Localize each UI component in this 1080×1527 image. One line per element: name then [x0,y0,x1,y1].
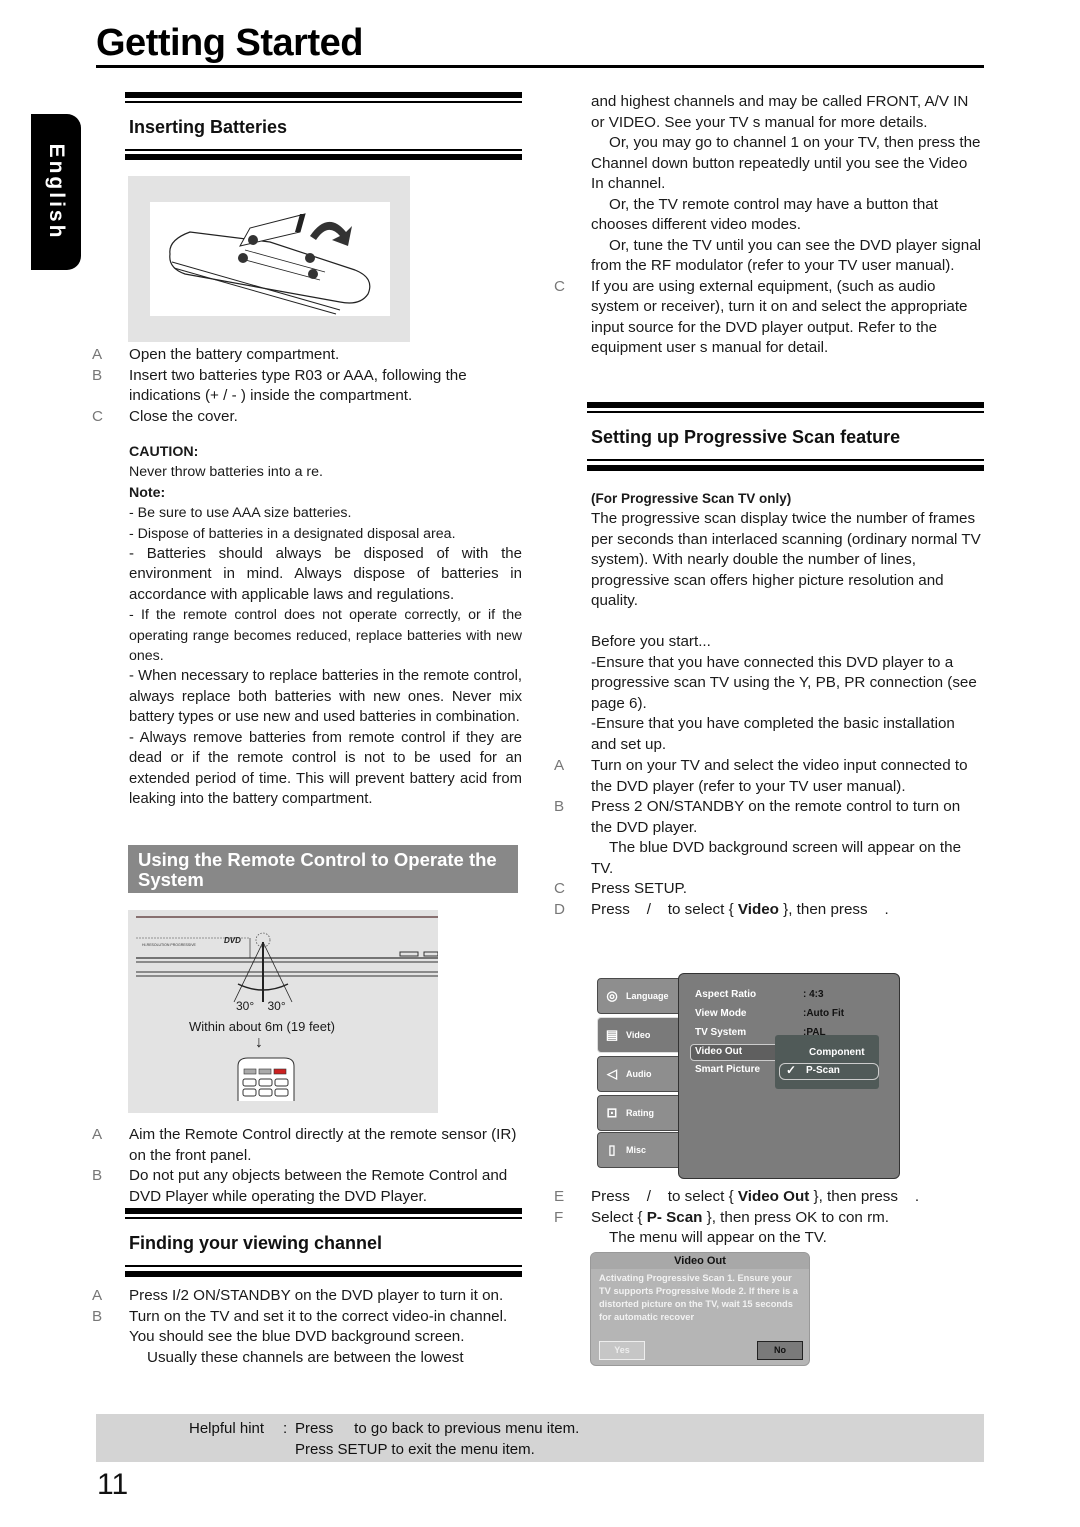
menu-row-aspect-ratio[interactable]: Aspect Ratio [695,989,756,1000]
helpful-hint-bar: Helpful hint : Press to go back to previ… [96,1414,984,1462]
menu-row-tv-system[interactable]: TV System [695,1027,746,1038]
step-item: B Press 2 ON/STANDBY on the remote contro… [554,798,961,836]
remote-battery-icon [169,213,371,315]
section-header-batteries: Inserting Batteries [125,92,522,162]
battery-notes: CAUTION: Never throw batteries into a re… [129,442,522,809]
section-title: Setting up Progressive Scan feature [591,427,901,447]
step-item: A Aim the Remote Control directly at the … [92,1126,517,1164]
step-item: E Press / to select { Video Out }, then p… [554,1188,920,1205]
menu-tab-language[interactable]: ◎ Language [597,978,679,1014]
hint-colon: : [283,1420,288,1437]
menu-value: : 4:3 [803,989,824,1000]
video-out-dialog: Video Out Activating Progressive Scan 1.… [590,1252,810,1366]
step-item: F Select { P- Scan }, then press OK to co… [554,1208,890,1226]
caution-label: CAUTION: [129,444,199,460]
check-icon: ✓ [786,1063,797,1077]
progressive-steps-2: E Press / to select { Video Out }, then p… [554,1187,984,1249]
yes-button[interactable]: Yes [599,1341,645,1360]
channel-steps: A Press I/2 ON/STANDBY on the DVD player … [92,1286,524,1368]
angle-left-label: 30° [236,999,255,1013]
dialog-message: Activating Progressive Scan 1. Ensure yo… [599,1273,798,1322]
battery-steps: A Open the battery compartment. B Insert t… [92,345,512,427]
page-title: Getting Started [96,22,363,64]
menu-tab-audio[interactable]: ◁ Audio [597,1056,679,1092]
step-item: A Press I/2 ON/STANDBY on the DVD player … [92,1287,504,1304]
progressive-steps: A Turn on your TV and select the video in… [554,756,984,920]
menu-tab-video[interactable]: ▤ Video [597,1017,679,1053]
clapperboard-icon: ▤ [605,1027,619,1042]
section-header-progressive: Setting up Progressive Scan feature [587,402,984,472]
menu-row-smart-picture[interactable]: Smart Picture [695,1064,760,1075]
dvd-setup-menu: ◎ Language ▤ Video ◁ Audio ⊡ Rating ▯ Misc As… [594,970,900,1179]
text-item: Or, the TV remote control may have a but… [591,195,938,234]
remote-control-icon [237,1057,295,1101]
language-tab: English [31,114,81,270]
submenu-option-component[interactable]: Component [809,1047,865,1058]
text-item: The menu will appear on the TV. [609,1229,827,1246]
angle-right-label: 30° [267,999,286,1013]
caution-text: Never throw batteries into a re. [129,464,323,481]
text-item: Or, tune the TV until you can see the DV… [591,236,982,275]
lock-icon: ⊡ [606,1105,618,1120]
text-item: and highest channels and may be called F… [591,93,969,131]
before-item: -Ensure that you have completed the basi… [591,715,955,753]
note-label: Note: [129,484,166,501]
step-item: A Open the battery compartment. [92,346,340,363]
menu-value: :Auto Fit [803,1008,845,1019]
note-item: - Dispose of batteries in a designated d… [129,525,456,542]
menu-row-view-mode[interactable]: View Mode [695,1008,747,1019]
intro-text: The progressive scan display twice the n… [591,510,981,609]
text-item: The blue DVD background screen will appe… [591,839,962,877]
menu-tab-misc[interactable]: ▯ Misc [597,1132,679,1168]
video-out-submenu: Component ✓ P-Scan [775,1035,879,1089]
document-icon: ▯ [608,1142,616,1157]
before-label: Before you start... [591,633,711,650]
before-item: -Ensure that you have connected this DVD… [591,653,977,712]
panel-brand-text: HI-RESOLUTION PROGRESSIVE [142,943,197,947]
hint-line-2: Press SETUP to exit the menu item. [295,1441,535,1458]
step-item: D Press / to select { Video }, then press… [554,900,889,918]
step-item: C Press SETUP. [554,880,687,897]
section-title: Inserting Batteries [129,117,288,137]
step-item: B Insert two batteries type R03 or AAA, f… [92,366,467,405]
no-button[interactable]: No [757,1341,803,1360]
progressive-intro: (For Progressive Scan TV only) The progr… [591,489,981,755]
text-item: Or, you may go to channel 1 on your TV, … [591,134,981,192]
remote-steps: A Aim the Remote Control directly at the … [92,1125,524,1207]
title-rule [96,65,984,68]
step-item: C If you are using external equipment, (s… [554,277,968,357]
note-item: - When necessary to replace batteries in… [129,668,522,726]
disc-icon: ◎ [606,988,618,1003]
step-item: C Close the cover. [92,407,238,425]
remote-range-illustration: HI-RESOLUTION PROGRESSIVE DVD 30° 30° Wi… [128,910,439,1113]
note-item: - Be sure to use AAA size batteries. [129,505,352,522]
page-number: 11 [97,1468,129,1501]
menu-tab-rating[interactable]: ⊡ Rating [597,1095,679,1131]
step-item: B Turn on the TV and set it to the correc… [92,1307,508,1346]
section-header-channel: Finding your viewing channel [125,1208,522,1278]
battery-illustration [128,176,410,342]
dvd-logo: DVD [224,936,241,945]
dialog-title: Video Out [591,1253,809,1269]
note-item: - Batteries should always be disposed of… [129,545,522,603]
hint-label: Helpful hint [189,1420,265,1437]
note-item: - Always remove batteries from remote co… [129,729,522,807]
step-item: Usually these channels are between the l… [147,1348,464,1366]
channel-continued: and highest channels and may be called F… [554,92,984,359]
arrow-down-icon: ↓ [255,1034,263,1051]
section-title: Finding your viewing channel [129,1233,383,1253]
menu-row-video-out[interactable]: Video Out [695,1046,742,1057]
section-banner-remote: Using the Remote Control to Operate the … [128,845,518,893]
language-tab-label: English [45,143,68,241]
note-item: - If the remote control does not operate… [129,607,522,665]
hint-line-1: Press to go back to previous menu item. [295,1420,580,1437]
distance-label: Within about 6m (19 feet) [189,1019,335,1034]
step-item: A Turn on your TV and select the video in… [554,757,968,795]
submenu-option-pscan[interactable]: ✓ P-Scan [779,1063,879,1080]
menu-panel: Aspect Ratio : 4:3 View Mode :Auto Fit T… [678,973,900,1179]
subheading: (For Progressive Scan TV only) [591,491,792,506]
step-item: B Do not put any objects between the Remo… [92,1167,508,1205]
speaker-icon: ◁ [607,1066,617,1081]
